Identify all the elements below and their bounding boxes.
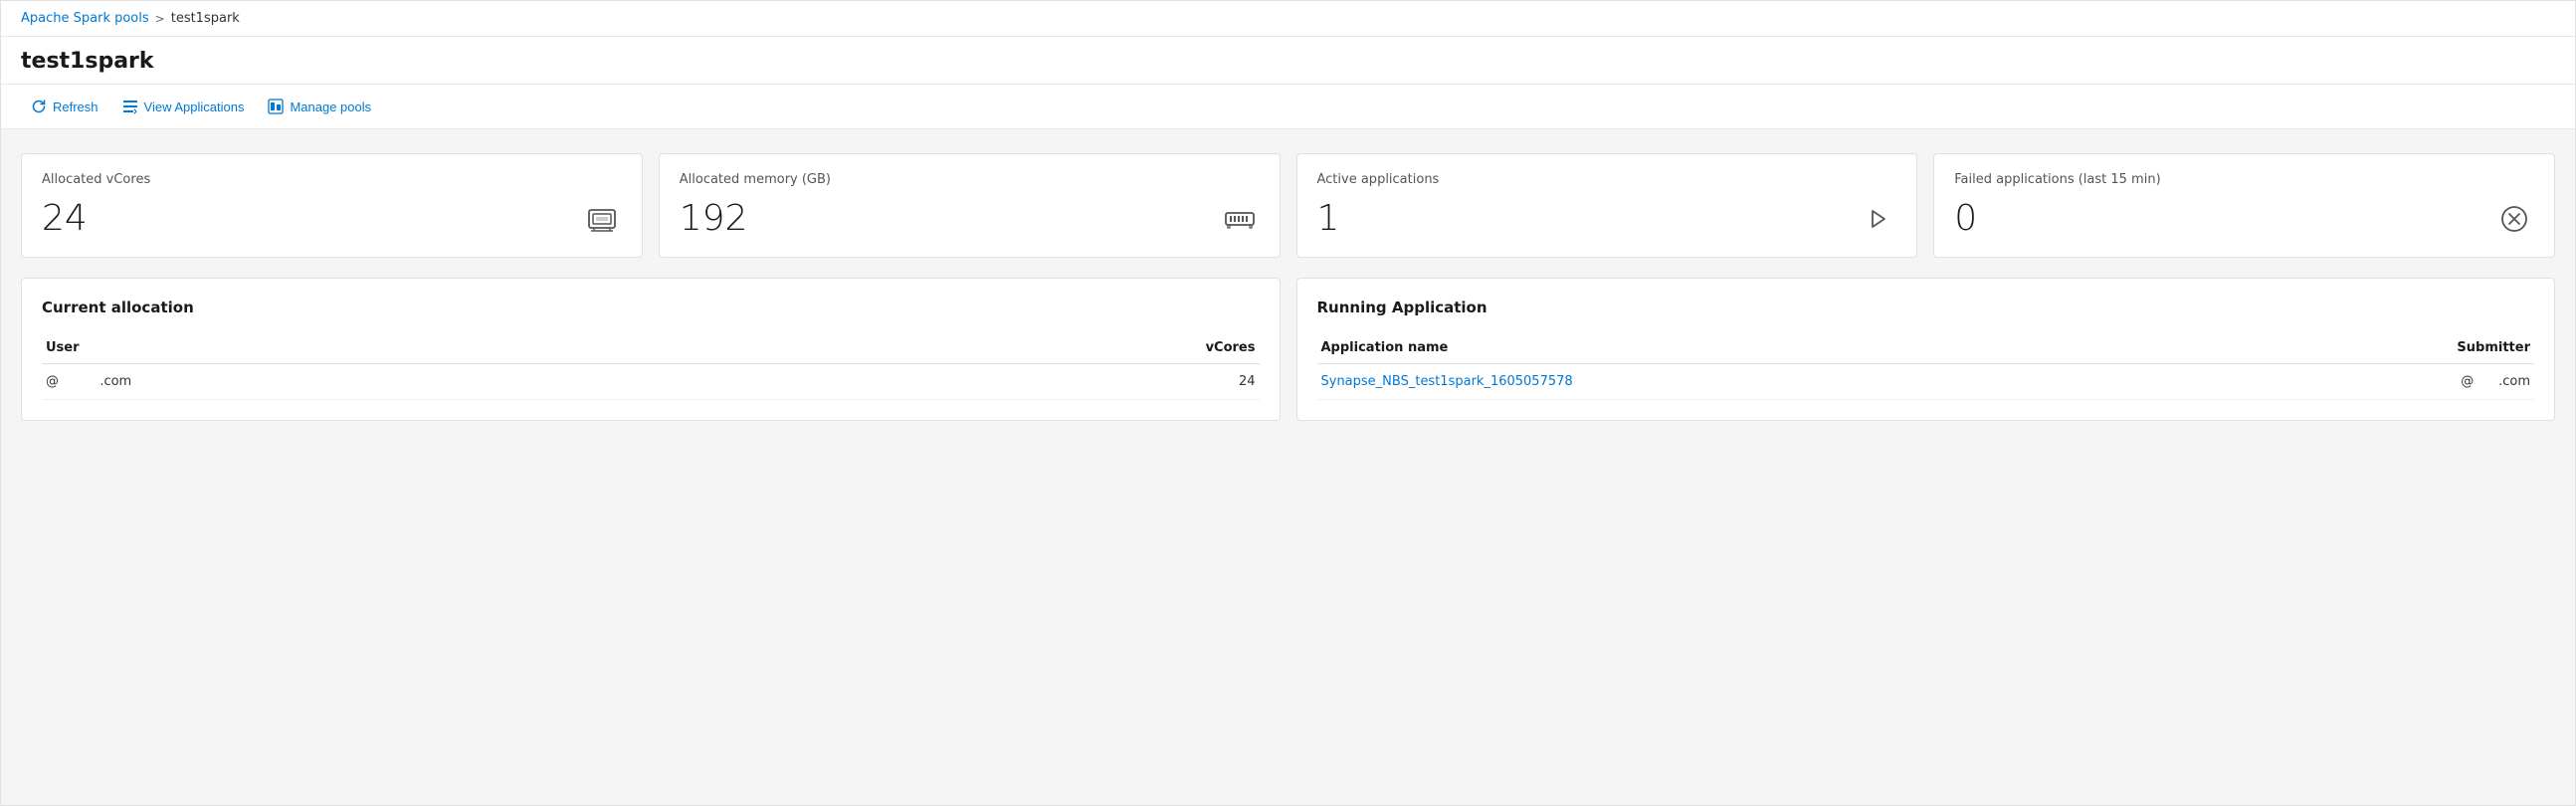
active-value: 1 bbox=[1317, 201, 1340, 237]
refresh-icon bbox=[31, 99, 47, 114]
running-application-panel: Running Application Application name Sub… bbox=[1296, 278, 2556, 421]
view-applications-icon bbox=[122, 99, 138, 114]
user-domain: .com bbox=[99, 374, 131, 389]
view-applications-label: View Applications bbox=[144, 100, 245, 114]
active-applications-icon bbox=[1857, 199, 1896, 239]
metric-card-vcores: Allocated vCores 24 bbox=[21, 153, 643, 258]
allocation-vcores-header: vCores bbox=[796, 332, 1260, 364]
active-label: Active applications bbox=[1317, 172, 1897, 187]
page-title-bar: test1spark bbox=[1, 37, 2575, 85]
page-title: test1spark bbox=[21, 49, 2555, 74]
submitter-cell: @ .com bbox=[2245, 364, 2534, 400]
page-wrapper: Apache Spark pools > test1spark test1spa… bbox=[0, 0, 2576, 806]
running-application-title: Running Application bbox=[1317, 299, 2535, 316]
metric-card-failed: Failed applications (last 15 min) 0 bbox=[1933, 153, 2555, 258]
metric-cards: Allocated vCores 24 bbox=[21, 153, 2555, 258]
manage-pools-button[interactable]: Manage pools bbox=[258, 93, 381, 120]
submitter-domain: .com bbox=[2498, 374, 2530, 389]
metric-card-active: Active applications 1 bbox=[1296, 153, 1918, 258]
allocation-user-cell: @ .com bbox=[42, 364, 796, 400]
vcores-body: 24 bbox=[42, 199, 622, 239]
manage-pools-label: Manage pools bbox=[290, 100, 371, 114]
breadcrumb-current: test1spark bbox=[171, 11, 240, 26]
user-at: @ bbox=[46, 374, 59, 389]
breadcrumb: Apache Spark pools > test1spark bbox=[1, 1, 2575, 37]
metric-card-memory: Allocated memory (GB) 192 bbox=[659, 153, 1281, 258]
vcores-value: 24 bbox=[42, 201, 88, 237]
current-allocation-title: Current allocation bbox=[42, 299, 1260, 316]
current-allocation-table: User vCores @ .com 24 bbox=[42, 332, 1260, 400]
submitter-header: Submitter bbox=[2245, 332, 2534, 364]
memory-body: 192 bbox=[680, 199, 1260, 239]
refresh-label: Refresh bbox=[53, 100, 99, 114]
app-name-cell[interactable]: Synapse_NBS_test1spark_1605057578 bbox=[1317, 364, 2245, 400]
manage-pools-icon bbox=[268, 99, 284, 114]
active-body: 1 bbox=[1317, 199, 1897, 239]
memory-icon bbox=[1220, 199, 1260, 239]
bottom-panels: Current allocation User vCores @ bbox=[21, 278, 2555, 421]
view-applications-button[interactable]: View Applications bbox=[112, 93, 255, 120]
memory-label: Allocated memory (GB) bbox=[680, 172, 1260, 187]
breadcrumb-separator: > bbox=[155, 12, 165, 26]
current-allocation-panel: Current allocation User vCores @ bbox=[21, 278, 1281, 421]
failed-applications-icon bbox=[2494, 199, 2534, 239]
refresh-button[interactable]: Refresh bbox=[21, 93, 108, 120]
app-name-header: Application name bbox=[1317, 332, 2245, 364]
main-content: Allocated vCores 24 bbox=[1, 129, 2575, 805]
memory-value: 192 bbox=[680, 201, 748, 237]
failed-label: Failed applications (last 15 min) bbox=[1954, 172, 2534, 187]
running-app-row: Synapse_NBS_test1spark_1605057578 @ .com bbox=[1317, 364, 2535, 400]
vcores-icon bbox=[582, 199, 622, 239]
allocation-row: @ .com 24 bbox=[42, 364, 1260, 400]
failed-value: 0 bbox=[1954, 201, 1977, 237]
allocation-user-header: User bbox=[42, 332, 796, 364]
vcores-label: Allocated vCores bbox=[42, 172, 622, 187]
submitter-at: @ bbox=[2461, 374, 2474, 389]
breadcrumb-link[interactable]: Apache Spark pools bbox=[21, 11, 149, 26]
running-application-table: Application name Submitter Synapse_NBS_t… bbox=[1317, 332, 2535, 400]
allocation-vcores-cell: 24 bbox=[796, 364, 1260, 400]
failed-body: 0 bbox=[1954, 199, 2534, 239]
toolbar: Refresh View Applications M bbox=[1, 85, 2575, 129]
